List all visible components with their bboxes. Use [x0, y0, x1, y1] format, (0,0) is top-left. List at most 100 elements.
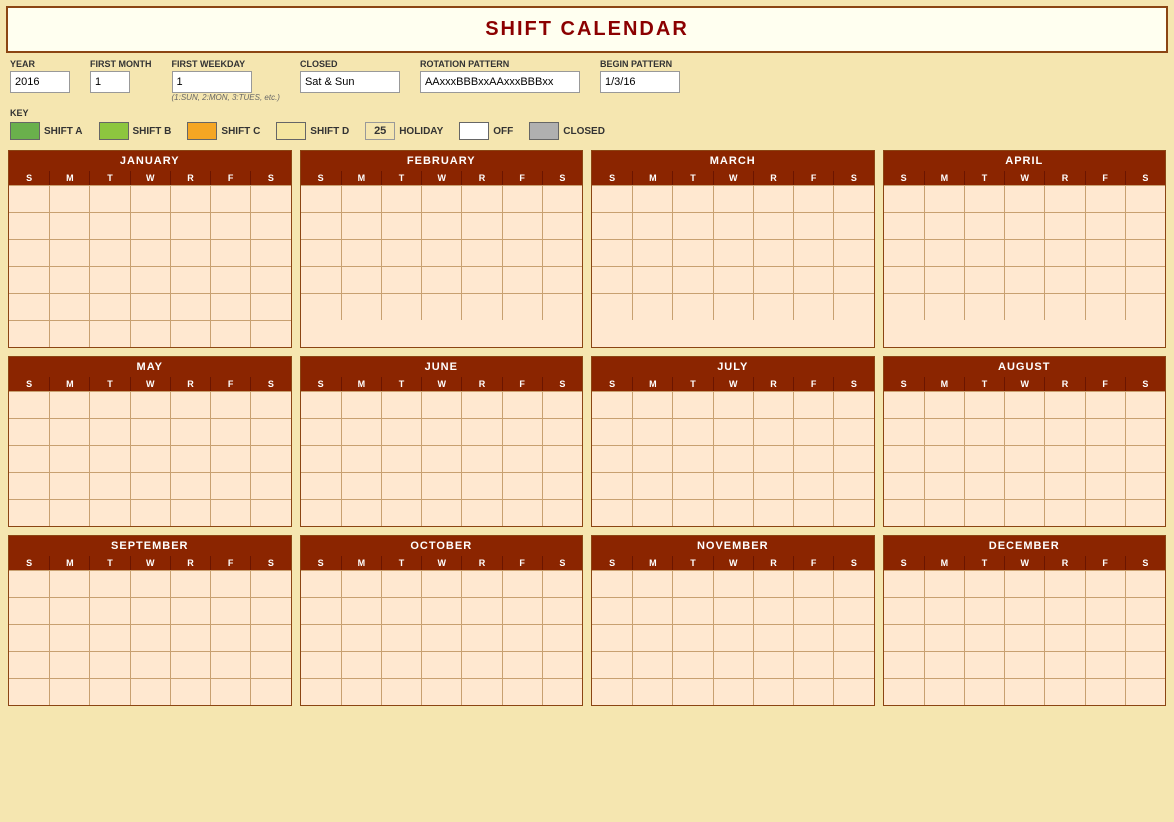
day-cell	[461, 392, 501, 418]
day-cell	[753, 419, 793, 445]
week-row	[9, 472, 291, 499]
day-cell	[1004, 500, 1044, 526]
day-headers-row: SMTWRFS	[592, 377, 874, 391]
day-cell	[301, 186, 341, 212]
day-cell	[502, 186, 542, 212]
day-cell	[341, 473, 381, 499]
day-cell	[210, 473, 250, 499]
day-cell	[210, 598, 250, 624]
day-cell	[1085, 186, 1125, 212]
day-cell	[9, 500, 49, 526]
day-cell	[884, 240, 924, 266]
day-header: R	[170, 556, 210, 570]
day-cell	[1085, 419, 1125, 445]
day-cell	[9, 267, 49, 293]
day-cell	[793, 571, 833, 597]
day-header: M	[924, 171, 964, 185]
month-header: APRIL	[884, 151, 1166, 171]
day-cell	[833, 625, 873, 651]
first-month-input[interactable]	[90, 71, 130, 93]
day-cell	[1085, 679, 1125, 705]
day-cell	[381, 446, 421, 472]
day-cell	[9, 213, 49, 239]
week-row	[301, 651, 583, 678]
day-cell	[170, 571, 210, 597]
day-header: M	[49, 171, 89, 185]
day-cell	[592, 267, 632, 293]
day-cell	[542, 652, 582, 678]
day-header: R	[753, 171, 793, 185]
day-cell	[1004, 598, 1044, 624]
day-cell	[301, 392, 341, 418]
day-cell	[461, 473, 501, 499]
day-cell	[592, 473, 632, 499]
day-cell	[381, 186, 421, 212]
day-cell	[672, 392, 712, 418]
day-cell	[89, 186, 129, 212]
day-cell	[713, 392, 753, 418]
day-cell	[884, 500, 924, 526]
day-header: M	[632, 171, 672, 185]
begin-input[interactable]	[600, 71, 680, 93]
day-cell	[341, 446, 381, 472]
day-cell	[542, 392, 582, 418]
calendar-body	[884, 185, 1166, 320]
month-header: JULY	[592, 357, 874, 377]
day-cell	[1125, 213, 1165, 239]
shift-c-swatch	[187, 122, 217, 140]
key-items: SHIFT A SHIFT B SHIFT C SHIFT D 25 HOLID…	[10, 122, 1164, 140]
day-header: F	[793, 171, 833, 185]
day-cell	[964, 598, 1004, 624]
day-cell	[9, 446, 49, 472]
begin-group: BEGIN PATTERN	[600, 59, 680, 93]
day-cell	[793, 473, 833, 499]
day-cell	[49, 419, 89, 445]
day-cell	[672, 240, 712, 266]
day-cell	[421, 186, 461, 212]
calendar-body	[9, 391, 291, 526]
day-cell	[793, 213, 833, 239]
week-row	[301, 212, 583, 239]
day-cell	[170, 213, 210, 239]
week-row	[884, 570, 1166, 597]
day-cell	[89, 625, 129, 651]
day-cell	[924, 186, 964, 212]
day-header: R	[461, 377, 501, 391]
day-cell	[833, 186, 873, 212]
day-cell	[1125, 625, 1165, 651]
week-row	[592, 624, 874, 651]
day-cell	[461, 419, 501, 445]
day-cell	[421, 419, 461, 445]
closed-input[interactable]	[300, 71, 400, 93]
day-cell	[1044, 294, 1084, 320]
day-header: R	[461, 171, 501, 185]
day-cell	[301, 419, 341, 445]
day-cell	[130, 500, 170, 526]
day-header: S	[884, 377, 924, 391]
day-cell	[964, 625, 1004, 651]
day-cell	[502, 392, 542, 418]
day-cell	[542, 598, 582, 624]
year-input[interactable]	[10, 71, 70, 93]
day-cell	[1004, 679, 1044, 705]
rotation-input[interactable]	[420, 71, 580, 93]
key-shift-a: SHIFT A	[10, 122, 83, 140]
page-title: SHIFT CALENDAR	[18, 18, 1156, 41]
day-cell	[9, 186, 49, 212]
day-header: T	[381, 171, 421, 185]
day-cell	[713, 652, 753, 678]
month-calendar-october: OCTOBERSMTWRFS	[300, 535, 584, 706]
day-cell	[753, 500, 793, 526]
day-cell	[1004, 294, 1044, 320]
key-shift-d: SHIFT D	[276, 122, 349, 140]
week-row	[9, 418, 291, 445]
month-header: DECEMBER	[884, 536, 1166, 556]
day-cell	[49, 679, 89, 705]
day-cell	[421, 679, 461, 705]
day-cell	[89, 267, 129, 293]
day-cell	[341, 294, 381, 320]
day-cell	[1044, 625, 1084, 651]
day-cell	[542, 419, 582, 445]
day-cell	[49, 571, 89, 597]
first-weekday-input[interactable]	[172, 71, 252, 93]
